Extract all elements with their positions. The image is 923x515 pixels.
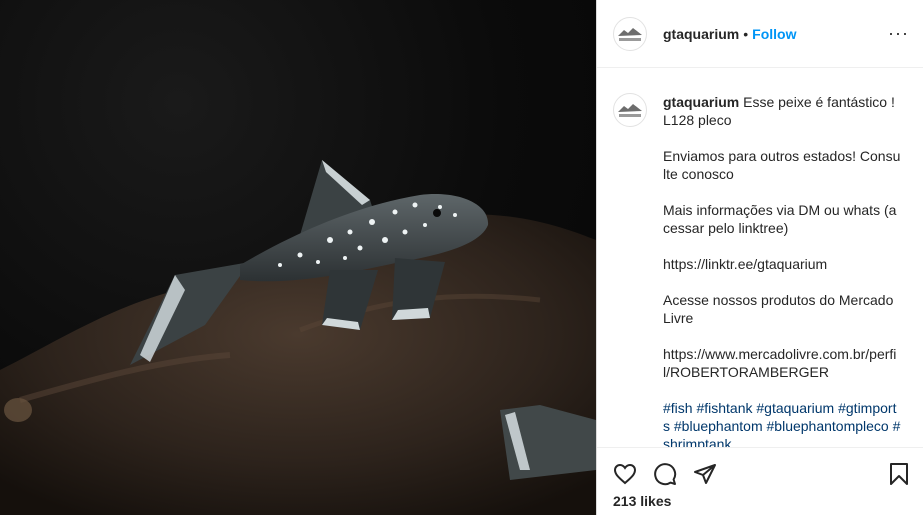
post-image[interactable] — [0, 0, 596, 515]
gtaquarium-logo-icon — [618, 27, 642, 41]
post-side-panel: gtaquarium • Follow ··· gtaquarium Esse … — [596, 0, 923, 515]
follow-button[interactable]: Follow — [752, 26, 796, 42]
caption-text: gtaquarium Esse peixe é fantástico ! L12… — [663, 93, 903, 447]
post-header: gtaquarium • Follow ··· — [597, 0, 923, 68]
paper-plane-icon — [694, 463, 716, 484]
more-options-icon[interactable]: ··· — [888, 23, 909, 44]
caption-body: Esse peixe é fantástico ! L128 pleco Env… — [663, 94, 901, 380]
heart-icon — [613, 463, 637, 484]
comment-button[interactable] — [651, 460, 679, 488]
caption-username[interactable]: gtaquarium — [663, 94, 739, 110]
header-username[interactable]: gtaquarium — [663, 26, 739, 42]
separator-dot: • — [743, 25, 749, 42]
likes-count[interactable]: 213 likes — [613, 493, 671, 509]
comments-section[interactable]: gtaquarium Esse peixe é fantástico ! L12… — [597, 69, 923, 447]
action-bar — [597, 447, 923, 499]
share-button[interactable] — [691, 460, 719, 488]
bookmark-icon — [890, 462, 908, 485]
pleco-fish-photo — [0, 160, 596, 515]
caption-avatar[interactable] — [613, 93, 647, 127]
save-button[interactable] — [885, 460, 913, 488]
comment-icon — [654, 462, 677, 485]
caption-hashtags[interactable]: #fish #fishtank #gtaquarium #gtimports #… — [663, 400, 900, 447]
gtaquarium-logo-icon — [618, 104, 642, 117]
avatar[interactable] — [613, 16, 647, 51]
caption: gtaquarium Esse peixe é fantástico ! L12… — [597, 69, 923, 447]
like-button[interactable] — [611, 460, 639, 488]
